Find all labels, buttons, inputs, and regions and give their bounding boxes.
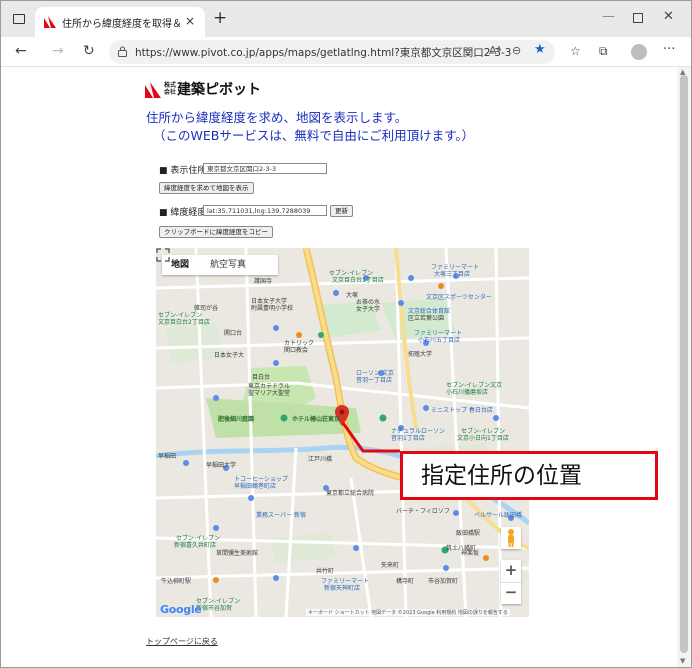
- map-label: 牛込柳町駅: [161, 578, 192, 585]
- map-label: 早稲田鶴巻町店: [234, 483, 277, 490]
- map-label: 文京目白台1丁目店: [332, 277, 384, 284]
- url-text[interactable]: https://www.pivot.co.jp/apps/maps/getlat…: [135, 45, 511, 60]
- map-label: 女子大学: [356, 306, 381, 313]
- map-attribution[interactable]: キーボード ショートカット 地図データ ©2023 Google 利用規約 地図…: [306, 609, 510, 616]
- map-label: 関口台: [224, 330, 243, 337]
- tab-title: 住所から緯度経度を取得＆地図表: [62, 19, 180, 30]
- minimize-button[interactable]: —: [602, 10, 615, 24]
- map-label: 矢来町: [381, 562, 400, 569]
- back-button[interactable]: ←: [15, 43, 27, 59]
- map-label: 附属豊明小学校: [251, 305, 294, 312]
- map-label: 東京都立総合病院: [326, 490, 375, 497]
- map-label: 早稲田: [158, 453, 177, 460]
- map-label: 関口教会: [284, 347, 309, 354]
- map-label: 神楽坂: [461, 550, 480, 557]
- map-label: 音羽一丁目店: [356, 377, 393, 384]
- forward-button[interactable]: →: [52, 43, 64, 59]
- tab-satellite[interactable]: 航空写真: [210, 259, 246, 271]
- map-label: 小石川五丁目店: [418, 337, 461, 344]
- map-label: 構寺町: [396, 578, 415, 585]
- map-label: 音羽1丁目店: [391, 435, 425, 442]
- site-favicon-icon: [44, 16, 56, 28]
- map-label: 業務スーパー 新宿: [256, 512, 306, 519]
- show-map-button[interactable]: 緯度経度を求めて地図を表示: [159, 182, 254, 194]
- map-label: 大塚三丁目店: [434, 271, 471, 278]
- map-label: 市谷加賀町: [428, 578, 459, 585]
- zoom-out-button[interactable]: −: [501, 582, 521, 603]
- latlng-input[interactable]: lat:35.711031,lng:139.7288039: [203, 205, 327, 216]
- zoom-in-button[interactable]: +: [501, 560, 521, 581]
- intro-text-2: （このWEBサービスは、無料で自由にご利用頂けます。）: [153, 128, 475, 143]
- browser-toolbar: ← → ↻ https://www.pivot.co.jp/apps/maps/…: [1, 37, 691, 67]
- address-bar[interactable]: https://www.pivot.co.jp/apps/maps/getlat…: [109, 40, 555, 64]
- fullscreen-icon[interactable]: [156, 248, 170, 262]
- tab-close-icon[interactable]: ×: [185, 14, 195, 28]
- map-type-control: 地図 航空写真: [162, 255, 278, 275]
- map-label: 早稲田大学: [206, 462, 237, 469]
- vertical-scrollbar[interactable]: ▲ ▼: [677, 67, 691, 667]
- page-info-icon[interactable]: [118, 46, 127, 57]
- park-area: [271, 533, 336, 563]
- google-map[interactable]: セブン-イレブン 文京目白台1丁目店 ファミリーマート 大塚三丁目店 護国寺 雑…: [156, 248, 529, 617]
- favorites-icon[interactable]: ☆: [570, 44, 581, 58]
- map-label: 文京区スポーツセンター: [426, 294, 492, 301]
- google-logo[interactable]: Google: [160, 603, 202, 616]
- address-input[interactable]: 東京都文京区関口2-3-3: [203, 163, 327, 174]
- refresh-button[interactable]: ↻: [83, 43, 95, 59]
- map-label: 江戸川橋: [308, 456, 333, 463]
- map-label: 区立若葉公園: [408, 315, 445, 322]
- read-aloud-icon[interactable]: Aᴬ: [489, 44, 501, 58]
- callout-box: 指定住所の位置: [400, 451, 658, 500]
- page-content: 株式会社 建築ピボット 住所から緯度経度を求め、地図を表示します。 （このWEB…: [1, 67, 677, 667]
- map-label: 聖マリア大聖堂: [248, 390, 291, 397]
- favorite-star-icon[interactable]: ★: [534, 43, 546, 57]
- copy-latlng-button[interactable]: クリップボードに緯度経度をコピー: [159, 226, 273, 238]
- browser-window: 住所から緯度経度を取得＆地図表 × + — ✕ ← → ↻ https://ww…: [0, 0, 692, 668]
- collections-icon[interactable]: ⧉: [599, 44, 608, 58]
- intro-text-1: 住所から緯度経度を求め、地図を表示します。: [146, 110, 408, 125]
- profile-avatar[interactable]: [631, 44, 647, 60]
- map-label: ミニストップ 春日台店: [431, 407, 493, 414]
- callout-text: 指定住所の位置: [421, 463, 582, 489]
- map-label: 文京小日向1丁目店: [457, 435, 509, 442]
- map-label: 拓殖大学: [408, 351, 433, 358]
- scroll-thumb[interactable]: [680, 75, 688, 653]
- map-label: 新宿喜久井町店: [174, 542, 217, 549]
- new-tab-button[interactable]: +: [213, 10, 227, 27]
- company-type-label: 株式会社: [164, 82, 177, 96]
- scroll-down-arrow-icon[interactable]: ▼: [680, 657, 685, 665]
- browser-tab[interactable]: 住所から緯度経度を取得＆地図表 ×: [35, 7, 205, 37]
- map-label: 草間彌生美術館: [216, 550, 259, 557]
- map-label: 肥後細川庭園: [218, 416, 255, 423]
- tab-strip: 住所から緯度経度を取得＆地図表 × + — ✕: [1, 1, 691, 37]
- window-menu-icon[interactable]: [13, 14, 25, 24]
- zoom-icon[interactable]: ⊖: [512, 44, 521, 58]
- map-label: バーチ・フィロソフ: [396, 508, 450, 515]
- more-menu-icon[interactable]: ···: [663, 43, 675, 57]
- tab-map[interactable]: 地図: [171, 259, 189, 271]
- update-button[interactable]: 更新: [330, 205, 353, 217]
- back-to-top-link[interactable]: トップページに戻る: [146, 636, 218, 647]
- street-view-pegman[interactable]: [501, 527, 521, 549]
- map-label: 日本女子大: [214, 352, 245, 359]
- address-label: ■ 表示住所: [159, 166, 207, 176]
- maximize-button[interactable]: [633, 13, 643, 23]
- map-label: 護国寺: [254, 278, 273, 285]
- map-label: ホテル椿山荘東京: [292, 416, 341, 423]
- logo-mark-icon: [145, 82, 161, 98]
- map-label: 目白台: [252, 374, 271, 381]
- map-label: 飯田橋駅: [456, 530, 481, 537]
- map-label: 小石川播磨坂店: [446, 389, 489, 396]
- close-window-button[interactable]: ✕: [663, 10, 674, 24]
- map-label: 井竹町: [316, 568, 335, 575]
- latlng-label: ■ 緯度経度: [159, 208, 207, 218]
- map-label: 新宿天神町店: [324, 585, 361, 592]
- map-label: 文京目白台2丁目店: [158, 319, 210, 326]
- map-label: ベルサール飯田橋: [474, 512, 523, 519]
- pegman-icon: [508, 529, 514, 547]
- zoom-control: + −: [501, 560, 521, 604]
- company-name: 建築ピボット: [177, 82, 261, 98]
